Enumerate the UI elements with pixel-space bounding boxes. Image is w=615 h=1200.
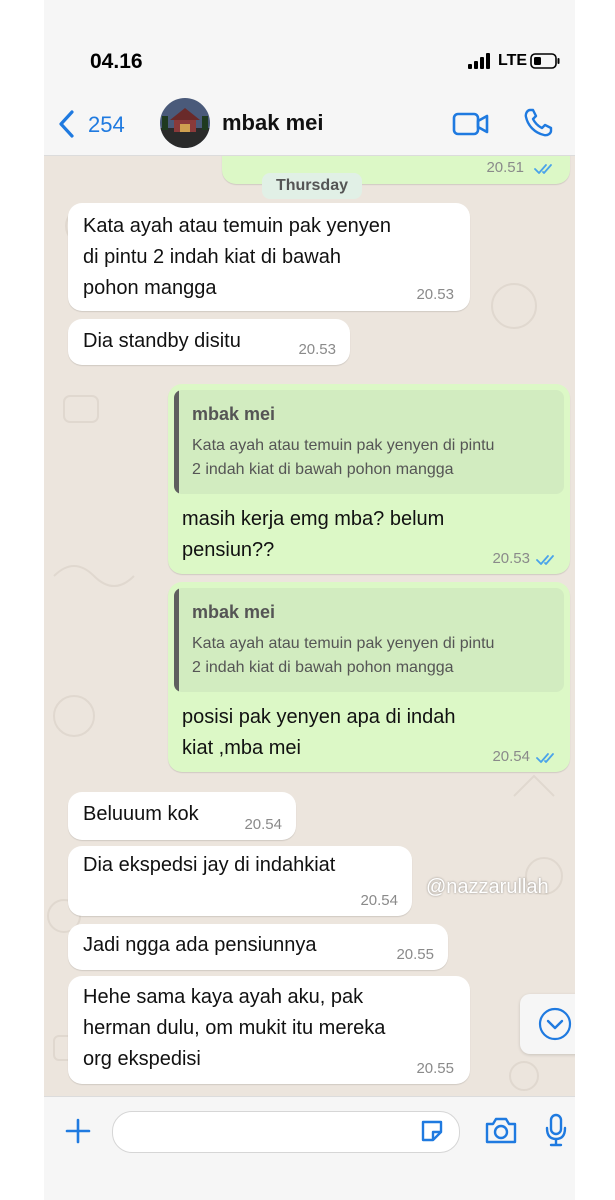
message-time: 20.54 [360,892,398,909]
message-input[interactable] [112,1111,460,1153]
sticker-icon[interactable] [419,1118,445,1144]
message-in[interactable]: Jadi ngga ada pensiunnya 20.55 [68,924,448,970]
message-in[interactable]: Hehe sama kaya ayah aku, pak herman dulu… [68,976,470,1084]
message-in[interactable]: Dia standby disitu 20.53 [68,319,350,365]
quote-author: mbak mei [192,602,276,622]
message-text: Kata ayah atau temuin pak yenyen di pint… [83,215,391,299]
message-text: Dia standby disitu [83,330,241,352]
message-in[interactable]: Dia ekspedsi jay di indahkiat 20.54 [68,846,412,916]
phone-call-icon[interactable] [522,107,554,139]
status-time: 04.16 [90,50,143,73]
message-time: 20.54 [244,816,282,833]
battery-icon [530,53,560,69]
message-text: Hehe sama kaya ayah aku, pak herman dulu… [83,986,386,1070]
back-chevron-icon[interactable] [56,109,78,139]
quote-text: Kata ayah atau temuin pak yenyen di pint… [192,635,495,676]
composer-bar [44,1096,575,1200]
message-text: posisi pak yenyen apa di indah kiat ,mba… [182,706,456,759]
phone-screen: 04.16 LTE 254 mbak mei 20.51 Thursday Ka… [44,0,575,1200]
message-time: 20.53 [492,550,530,567]
signal-icon [468,53,490,69]
message-in[interactable]: Kata ayah atau temuin pak yenyen di pint… [68,203,470,311]
chevron-down-icon [538,1007,572,1041]
quote-author: mbak mei [192,404,276,424]
message-time: 20.51 [486,159,524,176]
message-text: Beluuum kok [83,803,199,825]
reply-quote[interactable]: mbak mei Kata ayah atau temuin pak yenye… [174,390,564,494]
quote-text: Kata ayah atau temuin pak yenyen di pint… [192,437,495,478]
chat-header: 254 mbak mei [44,95,575,156]
plus-icon[interactable] [64,1117,92,1145]
message-time: 20.55 [416,1060,454,1077]
chat-area: 20.51 Thursday Kata ayah atau temuin pak… [44,156,575,1096]
day-divider: Thursday [262,173,362,199]
message-out[interactable]: mbak mei Kata ayah atau temuin pak yenye… [168,384,570,574]
status-bar: 04.16 LTE [44,0,575,95]
reply-quote[interactable]: mbak mei Kata ayah atau temuin pak yenye… [174,588,564,692]
video-call-icon[interactable] [452,111,490,137]
message-time: 20.54 [492,748,530,765]
message-out[interactable]: mbak mei Kata ayah atau temuin pak yenye… [168,582,570,772]
message-time: 20.53 [298,341,336,358]
camera-icon[interactable] [484,1115,518,1145]
microphone-icon[interactable] [544,1113,568,1147]
network-label: LTE [498,52,528,69]
quote-bar [174,390,179,494]
contact-name[interactable]: mbak mei [222,110,324,136]
scroll-to-bottom-button[interactable] [520,994,575,1054]
read-ticks-icon [536,555,554,565]
watermark: @nazzarullah [426,876,549,898]
message-in[interactable]: Beluuum kok 20.54 [68,792,296,840]
quote-bar [174,588,179,692]
read-ticks-icon [536,753,554,763]
message-text: Dia ekspedsi jay di indahkiat [83,854,336,876]
message-text: masih kerja emg mba? belum pensiun?? [182,508,445,561]
unread-count[interactable]: 254 [88,112,125,138]
message-text: Jadi ngga ada pensiunnya [83,934,317,956]
contact-avatar[interactable] [160,98,210,148]
message-time: 20.55 [396,946,434,963]
read-ticks-icon [534,164,552,174]
message-time: 20.53 [416,286,454,303]
